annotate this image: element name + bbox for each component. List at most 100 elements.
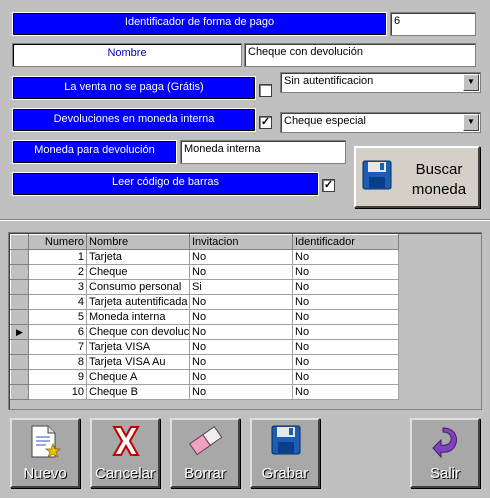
cell-numero[interactable]: 1 — [28, 249, 87, 265]
cell-nombre[interactable]: Consumo personal — [86, 279, 190, 295]
cell-nombre[interactable]: Tarjeta autentificada — [86, 294, 190, 310]
cell-nombre[interactable]: Tarjeta VISA — [86, 339, 190, 355]
venta-no-se-paga-label: La venta no se paga (Grátis) — [12, 76, 256, 100]
leer-codigo-checkbox[interactable]: ✓ — [322, 179, 335, 192]
buscar-moneda-button[interactable]: Buscar moneda — [354, 146, 480, 208]
cell-invitacion[interactable]: No — [189, 369, 293, 385]
cell-numero[interactable]: 4 — [28, 294, 87, 310]
table-row[interactable]: 4 Tarjeta autentificada No No — [10, 294, 399, 310]
grid-indicator-header — [10, 234, 29, 250]
table-row[interactable]: 9 Cheque A No No — [10, 369, 399, 385]
col-header-invitacion[interactable]: Invitacion — [189, 234, 293, 250]
cell-identificador[interactable]: No — [292, 339, 399, 355]
cell-identificador[interactable]: No — [292, 279, 399, 295]
floppy-disk-icon — [362, 160, 392, 190]
cell-identificador[interactable]: No — [292, 294, 399, 310]
cell-nombre[interactable]: Cheque con devolución — [86, 324, 190, 340]
cell-nombre[interactable]: Cheque — [86, 264, 190, 280]
table-row[interactable]: 8 Tarjeta VISA Au No No — [10, 354, 399, 370]
row-indicator — [10, 339, 29, 355]
cell-invitacion[interactable]: No — [189, 294, 293, 310]
cell-identificador[interactable]: No — [292, 324, 399, 340]
nombre-field[interactable]: Cheque con devolución — [244, 43, 476, 67]
cell-numero[interactable]: 2 — [28, 264, 87, 280]
cell-numero[interactable]: 8 — [28, 354, 87, 370]
borrar-label: Borrar — [184, 465, 226, 482]
cell-invitacion[interactable]: No — [189, 324, 293, 340]
cheque-select[interactable]: Cheque especial ▼ — [280, 112, 481, 133]
table-row[interactable]: ▶6Cheque con devoluciónNoNo — [10, 324, 399, 340]
cell-nombre[interactable]: Moneda interna — [86, 309, 190, 325]
borrar-button[interactable]: Borrar — [170, 418, 240, 488]
cell-invitacion[interactable]: No — [189, 309, 293, 325]
table-row[interactable]: 3 Consumo personal Si No — [10, 279, 399, 295]
moneda-devolucion-field[interactable]: Moneda interna — [180, 140, 346, 164]
autentificacion-select[interactable]: Sin autentificacion ▼ — [280, 72, 481, 93]
buscar-moneda-label-2: moneda — [411, 181, 467, 198]
cell-nombre[interactable]: Cheque B — [86, 384, 190, 400]
cell-invitacion[interactable]: No — [189, 249, 293, 265]
devoluciones-checkbox[interactable]: ✓ — [259, 116, 272, 129]
salir-button[interactable]: Salir — [410, 418, 480, 488]
cell-invitacion[interactable]: No — [189, 384, 293, 400]
col-header-nombre[interactable]: Nombre — [86, 234, 190, 250]
cell-nombre[interactable]: Cheque A — [86, 369, 190, 385]
table-row[interactable]: 7 Tarjeta VISA No No — [10, 339, 399, 355]
grabar-button[interactable]: Grabar — [250, 418, 320, 488]
cell-identificador[interactable]: No — [292, 369, 399, 385]
row-indicator — [10, 279, 29, 295]
cell-identificador[interactable]: No — [292, 264, 399, 280]
cell-identificador[interactable]: No — [292, 384, 399, 400]
cell-identificador[interactable]: No — [292, 354, 399, 370]
cell-numero[interactable]: 7 — [28, 339, 87, 355]
cancel-x-icon — [112, 426, 140, 456]
cell-numero[interactable]: 3 — [28, 279, 87, 295]
formas-de-pago-grid[interactable]: Numero Nombre Invitacion Identificador 1… — [8, 232, 482, 410]
grabar-label: Grabar — [261, 465, 309, 482]
cell-numero[interactable]: 9 — [28, 369, 87, 385]
cell-identificador[interactable]: No — [292, 249, 399, 265]
cell-identificador[interactable]: No — [292, 309, 399, 325]
row-indicator — [10, 294, 29, 310]
cell-numero[interactable]: 5 — [28, 309, 87, 325]
cancelar-label: Cancelar — [94, 465, 156, 482]
current-row-indicator: ▶ — [10, 324, 29, 340]
cancelar-button[interactable]: Cancelar — [90, 418, 160, 488]
divider — [0, 220, 490, 221]
venta-no-se-paga-checkbox[interactable] — [259, 84, 272, 97]
cell-numero[interactable]: 6 — [28, 324, 87, 340]
table-row[interactable]: 5 Moneda interna No No — [10, 309, 399, 325]
cell-invitacion[interactable]: Si — [189, 279, 293, 295]
row-indicator — [10, 249, 29, 265]
devoluciones-label: Devoluciones en moneda interna — [12, 108, 256, 132]
row-indicator — [10, 369, 29, 385]
identificador-field[interactable]: 6 — [390, 12, 476, 36]
moneda-devolucion-label: Moneda para devolución — [12, 140, 177, 164]
floppy-disk-icon — [271, 425, 301, 455]
cell-numero[interactable]: 10 — [28, 384, 87, 400]
row-indicator — [10, 384, 29, 400]
identificador-label: Identificador de forma de pago — [12, 12, 387, 36]
col-header-identificador[interactable]: Identificador — [292, 234, 399, 250]
col-header-numero[interactable]: Numero — [28, 234, 87, 250]
exit-arrow-icon — [432, 427, 457, 458]
nuevo-button[interactable]: Nuevo — [10, 418, 80, 488]
nuevo-label: Nuevo — [23, 465, 67, 482]
new-document-icon — [31, 425, 62, 458]
cell-nombre[interactable]: Tarjeta — [86, 249, 190, 265]
table-row[interactable]: 1 Tarjeta No No — [10, 249, 399, 265]
table-row[interactable]: 2 Cheque No No — [10, 264, 399, 280]
row-indicator — [10, 309, 29, 325]
cell-nombre[interactable]: Tarjeta VISA Au — [86, 354, 190, 370]
cell-invitacion[interactable]: No — [189, 339, 293, 355]
chevron-down-icon[interactable]: ▼ — [463, 114, 479, 131]
cell-invitacion[interactable]: No — [189, 264, 293, 280]
cell-invitacion[interactable]: No — [189, 354, 293, 370]
chevron-down-icon[interactable]: ▼ — [463, 74, 479, 91]
row-indicator — [10, 354, 29, 370]
autentificacion-select-value: Sin autentificacion — [284, 75, 374, 87]
leer-codigo-label: Leer código de barras — [12, 172, 319, 196]
nombre-label: Nombre — [12, 43, 242, 67]
table-row[interactable]: 10 Cheque B No No — [10, 384, 399, 400]
buscar-moneda-label-1: Buscar — [415, 161, 463, 178]
